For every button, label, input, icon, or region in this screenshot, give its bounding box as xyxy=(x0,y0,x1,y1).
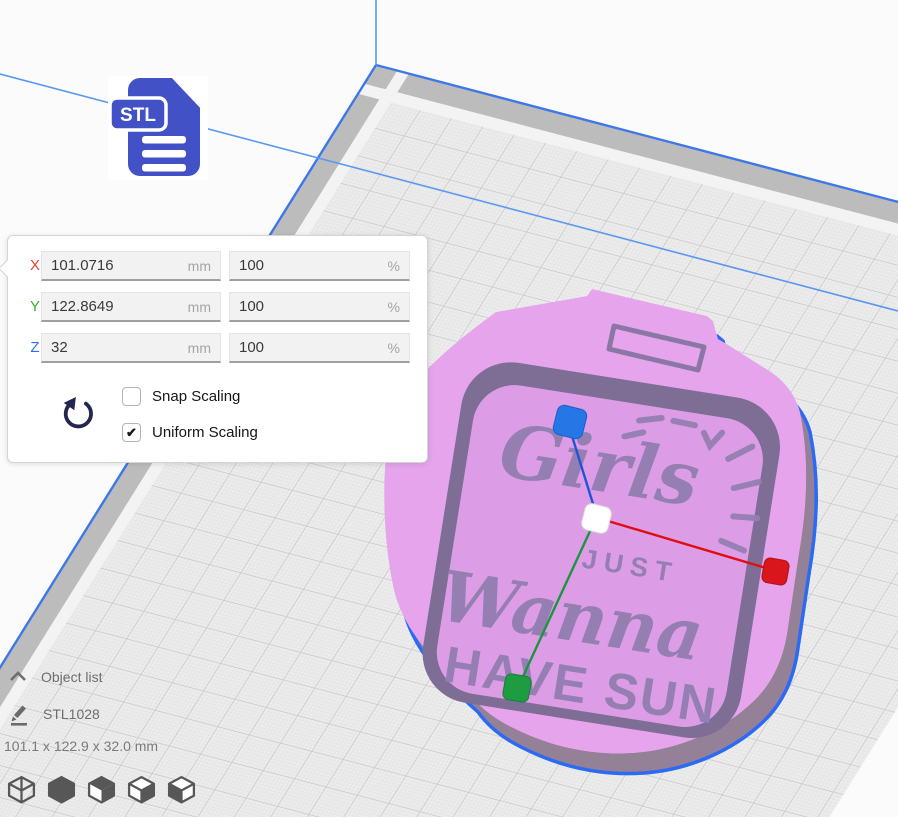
scale-x-mm-unit: mm xyxy=(188,258,211,274)
snap-scaling-row: Snap Scaling xyxy=(122,386,240,407)
x-scale-handle[interactable] xyxy=(761,557,790,586)
uniform-scaling-checkbox[interactable]: ✔ xyxy=(122,423,141,442)
stl-badge-label: STL xyxy=(120,105,156,126)
scale-y-mm-unit: mm xyxy=(188,299,211,315)
uniform-scaling-row: ✔ Uniform Scaling xyxy=(122,422,258,443)
scale-y-percent-input[interactable]: 100 % xyxy=(229,292,410,322)
view-top-button[interactable] xyxy=(86,775,117,806)
view-3d-button[interactable] xyxy=(6,775,37,806)
scale-y-mm-value: 122.8649 xyxy=(51,298,114,315)
scale-row-y: Y 122.8649 mm 100 % xyxy=(8,292,427,322)
uniform-scaling-label: Uniform Scaling xyxy=(152,424,258,441)
scale-z-mm-unit: mm xyxy=(188,340,211,356)
scale-row-z: Z 32 mm 100 % xyxy=(8,333,427,363)
object-list-item[interactable]: STL1028 xyxy=(8,702,100,726)
view-left-button[interactable] xyxy=(126,775,157,806)
snap-scaling-label: Snap Scaling xyxy=(152,388,240,405)
stl-document-icon: STL xyxy=(108,76,208,180)
cube-right-view-icon xyxy=(166,775,197,805)
cura-3d-viewport: { "stl_icon": { "label": "STL", "color":… xyxy=(0,0,898,817)
scale-y-mm-input[interactable]: 122.8649 mm xyxy=(41,292,221,322)
stl-file-icon: STL xyxy=(108,76,208,180)
scale-tool-panel: X 101.0716 mm 100 % Y 122.8649 mm 100 % … xyxy=(7,235,428,463)
scale-x-percent-input[interactable]: 100 % xyxy=(229,251,410,281)
object-list-item-name: STL1028 xyxy=(43,706,100,722)
scale-row-x: X 101.0716 mm 100 % xyxy=(8,251,427,281)
view-front-button[interactable] xyxy=(46,775,77,806)
scale-x-mm-value: 101.0716 xyxy=(51,257,114,274)
scale-z-mm-input[interactable]: 32 mm xyxy=(41,333,221,363)
view-right-button[interactable] xyxy=(166,775,197,806)
cube-left-view-icon xyxy=(126,775,157,805)
view-preset-toolbar xyxy=(6,775,197,806)
scale-z-percent-value: 100 xyxy=(239,339,264,356)
scale-y-percent-value: 100 xyxy=(239,298,264,315)
scale-z-percent-unit: % xyxy=(388,340,400,356)
reset-arrow-icon xyxy=(59,396,97,434)
scale-y-percent-unit: % xyxy=(388,299,400,315)
pencil-icon xyxy=(8,702,30,726)
scale-z-percent-input[interactable]: 100 % xyxy=(229,333,410,363)
snap-scaling-checkbox[interactable] xyxy=(122,387,141,406)
cube-front-view-icon xyxy=(46,775,77,805)
cube-top-view-icon xyxy=(86,775,117,805)
reset-scale-button[interactable] xyxy=(58,396,98,436)
scale-z-mm-value: 32 xyxy=(51,339,68,356)
object-list-title: Object list xyxy=(41,669,102,685)
chevron-up-icon xyxy=(8,669,28,685)
y-scale-handle[interactable] xyxy=(502,673,532,703)
object-list-header[interactable]: Object list xyxy=(8,669,102,685)
model-dimensions-label: 101.1 x 122.9 x 32.0 mm xyxy=(4,738,158,754)
scale-x-percent-unit: % xyxy=(388,258,400,274)
scale-x-percent-value: 100 xyxy=(239,257,264,274)
cube-3d-view-icon xyxy=(6,775,37,805)
scale-x-mm-input[interactable]: 101.0716 mm xyxy=(41,251,221,281)
